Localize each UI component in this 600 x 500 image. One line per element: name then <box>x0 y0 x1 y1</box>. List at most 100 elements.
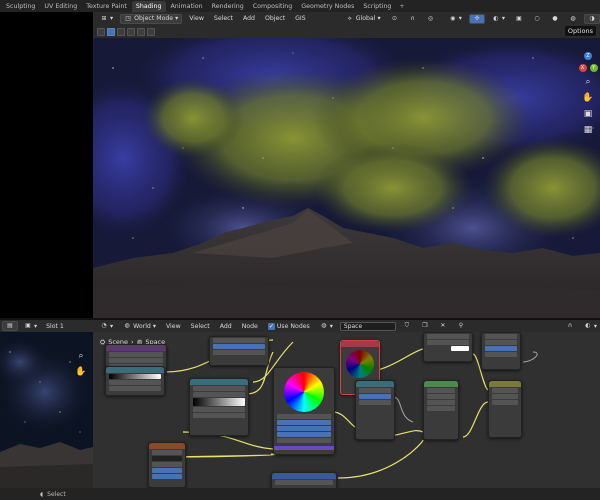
node-editor-canvas[interactable]: ⛭ Scene › ◍ Space <box>93 332 600 488</box>
pan-hand-icon[interactable]: ✋ <box>582 92 594 104</box>
menu-node[interactable]: Node <box>239 321 261 331</box>
node-header <box>106 345 166 351</box>
overlays-icon: ◐ <box>493 14 499 22</box>
select-intersect-icon[interactable] <box>147 27 155 36</box>
select-subtract-icon[interactable] <box>127 27 135 36</box>
chevron-down-icon: ▾ <box>175 15 179 22</box>
gizmo-y-axis-icon[interactable]: Y <box>589 64 598 72</box>
zoom-icon[interactable]: ⌕ <box>582 76 594 88</box>
object-mode-dropdown[interactable]: ◳ Object Mode ▾ <box>120 13 183 24</box>
image-editor-view[interactable]: ⌕ ✋ <box>0 332 93 488</box>
overlays-toggle[interactable]: ◐ ▾ <box>581 321 600 331</box>
tab-scripting[interactable]: Scripting <box>359 1 395 12</box>
xray-toggle[interactable]: ▣ <box>512 14 526 24</box>
image-browse-button[interactable]: ▣ ▾ <box>21 321 40 331</box>
shading-material[interactable]: ◍ <box>566 14 580 24</box>
world-name-field[interactable]: Space <box>339 321 396 331</box>
node-field <box>359 394 391 399</box>
object-mode-label: Object Mode <box>134 15 174 22</box>
shading-rendered[interactable]: ◑ <box>584 13 600 24</box>
proportional-edit-button[interactable]: ◎ <box>424 14 438 24</box>
tab-geometry-nodes[interactable]: Geometry Nodes <box>297 1 358 12</box>
object-mode-icon: ◳ <box>125 14 131 22</box>
menu-view[interactable]: View <box>186 14 207 24</box>
node-field <box>427 400 455 405</box>
menu-add[interactable]: Add <box>240 14 258 24</box>
image-menu-button[interactable]: ▤ <box>2 321 18 331</box>
orientation-dropdown[interactable]: ⟡ Global ▾ <box>343 14 384 24</box>
shading-wireframe[interactable]: ○ <box>530 14 544 24</box>
node-noise-texture[interactable] <box>148 442 186 488</box>
tab-compositing[interactable]: Compositing <box>249 1 296 12</box>
file-browser-panel <box>0 12 93 318</box>
magnet-icon: ∩ <box>567 322 573 329</box>
gizmo-icon: ✣ <box>474 14 480 22</box>
node-field <box>427 340 469 345</box>
tab-shading[interactable]: Shading <box>131 0 166 12</box>
select-invert-icon[interactable] <box>137 27 145 36</box>
tab-rendering[interactable]: Rendering <box>208 1 248 12</box>
tab-texture-paint[interactable]: Texture Paint <box>82 1 131 12</box>
world-browse-button[interactable]: ◍ ▾ <box>317 321 336 331</box>
shading-solid[interactable]: ● <box>548 14 562 24</box>
add-workspace-button[interactable]: + <box>396 1 407 12</box>
tab-uv-editing[interactable]: UV Editing <box>40 1 81 12</box>
node-color-ramp-2[interactable] <box>189 378 249 436</box>
node-field <box>193 413 245 418</box>
chevron-down-icon: ▾ <box>377 15 381 22</box>
shader-type-dropdown[interactable]: ◍ World ▾ <box>120 321 159 331</box>
gizmo-x-axis-icon[interactable]: X <box>578 64 587 72</box>
node-field <box>485 346 517 351</box>
menu-object[interactable]: Object <box>262 14 288 24</box>
use-nodes-toggle[interactable]: ✓ Use Nodes <box>265 321 313 331</box>
select-extend-icon[interactable] <box>117 27 125 36</box>
color-wheel[interactable] <box>346 350 374 378</box>
slot-dropdown[interactable]: Slot 1 <box>43 321 67 331</box>
options-dropdown[interactable]: Options <box>564 26 596 36</box>
color-wheel[interactable] <box>284 372 324 412</box>
grid-icon[interactable]: ▦ <box>582 124 594 136</box>
camera-icon[interactable]: ▣ <box>582 108 594 120</box>
tool-settings-icon[interactable] <box>97 27 105 36</box>
node-math[interactable] <box>209 336 269 366</box>
color-ramp-gradient[interactable] <box>193 398 245 406</box>
node-rgb[interactable] <box>273 367 335 455</box>
viewport-render[interactable]: Z X Y ⌕ ✋ ▣ ▦ <box>93 38 600 318</box>
menu-view[interactable]: View <box>163 321 184 331</box>
pan-hand-icon[interactable]: ✋ <box>75 366 87 378</box>
node-combine[interactable] <box>271 472 337 488</box>
menu-add[interactable]: Add <box>217 321 235 331</box>
node-color-mix[interactable] <box>423 332 473 362</box>
gizmos-toggle[interactable]: ✣ <box>468 13 485 24</box>
menu-gis[interactable]: GIS <box>292 14 309 24</box>
pin-button[interactable]: ⚲ <box>454 321 468 331</box>
duplicate-button[interactable]: ❐ <box>418 321 432 331</box>
snap-button[interactable]: ∩ <box>563 321 577 331</box>
snap-button[interactable]: ∩ <box>406 14 420 24</box>
select-box-icon[interactable] <box>107 27 115 36</box>
node-editor-header: ◔ ▾ ◍ World ▾ View Select Add Node ✓ Use … <box>93 320 600 332</box>
tab-sculpting[interactable]: Sculpting <box>2 1 39 12</box>
node-header <box>489 381 521 387</box>
node-background[interactable] <box>481 332 521 370</box>
node-mix[interactable] <box>355 380 395 440</box>
overlays-toggle[interactable]: ◐ ▾ <box>489 14 508 24</box>
unlink-button[interactable]: ✕ <box>436 321 450 331</box>
gizmo-z-axis-icon[interactable]: Z <box>584 52 592 60</box>
node-emission[interactable] <box>488 380 522 438</box>
visibility-button[interactable]: ◉ ▾ <box>446 14 465 24</box>
color-swatch[interactable] <box>451 346 469 351</box>
editor-type-button[interactable]: ⊞ ▾ <box>97 14 116 24</box>
tab-animation[interactable]: Animation <box>167 1 207 12</box>
color-ramp-gradient[interactable] <box>109 374 161 379</box>
menu-select[interactable]: Select <box>211 14 236 24</box>
node-color-ramp[interactable] <box>105 366 165 396</box>
pivot-button[interactable]: ⊙ <box>388 14 402 24</box>
node-field <box>427 394 455 399</box>
node-mix-shader[interactable] <box>423 380 459 440</box>
image-icon: ▤ <box>7 322 13 329</box>
editor-type-button[interactable]: ◔ ▾ <box>97 321 116 331</box>
fake-user-button[interactable]: ⛉ <box>400 321 414 331</box>
zoom-icon[interactable]: ⌕ <box>75 350 87 362</box>
menu-select[interactable]: Select <box>188 321 213 331</box>
